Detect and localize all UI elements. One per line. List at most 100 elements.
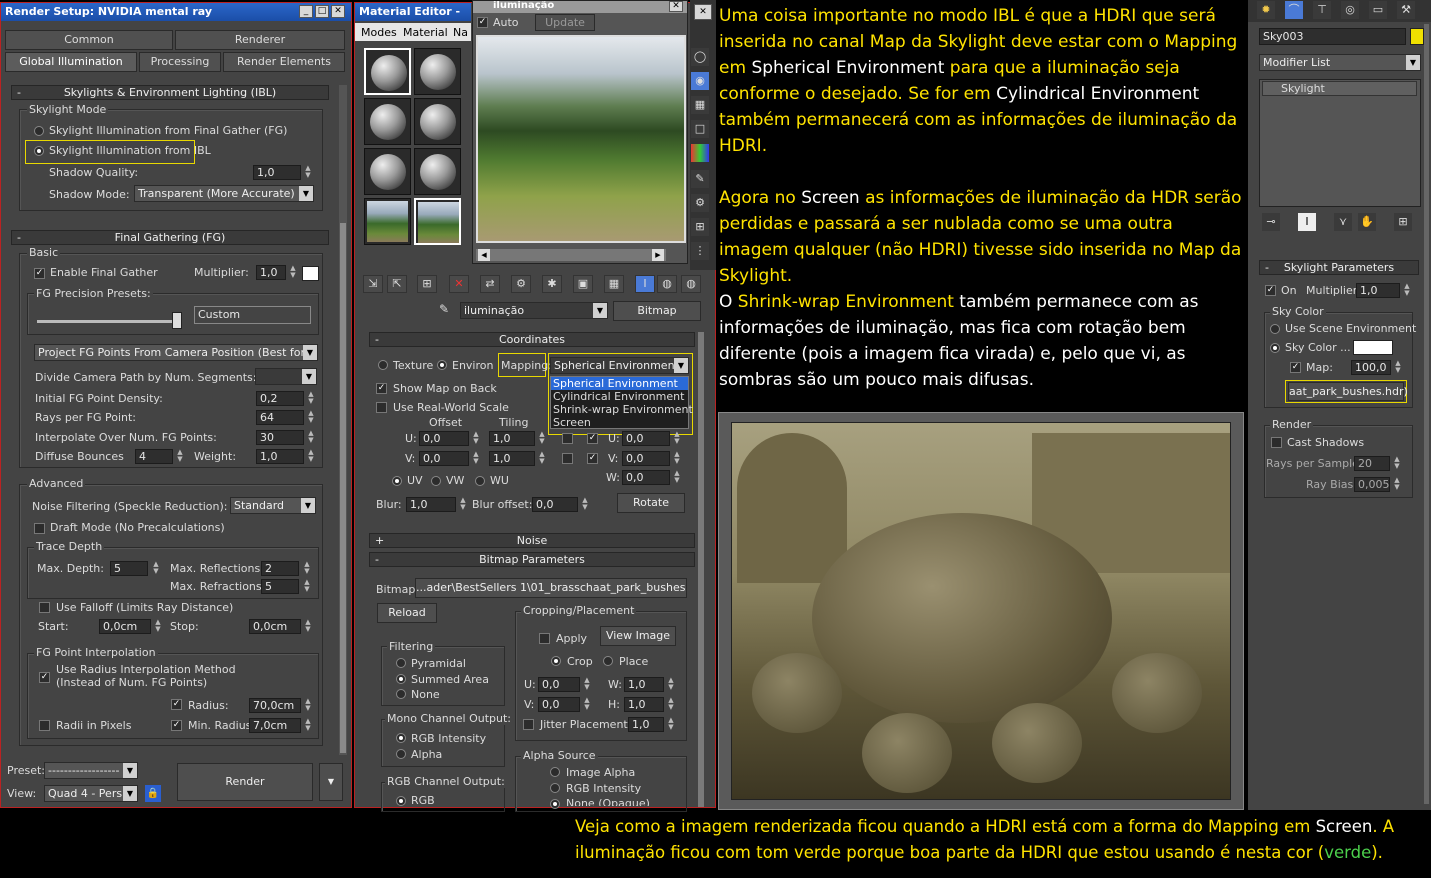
radius-method-checkbox[interactable]: ✓ — [39, 672, 50, 683]
auto-checkbox[interactable]: ✓ — [477, 17, 488, 28]
radius-checkbox[interactable]: ✓ — [171, 699, 182, 710]
configure-sets-icon[interactable]: ⊞ — [1394, 213, 1412, 231]
sample-type-icon[interactable]: ◯ — [691, 48, 709, 66]
tab-renderer[interactable]: Renderer — [175, 30, 345, 50]
mapping-option-screen[interactable]: Screen — [553, 416, 591, 429]
material-id-icon[interactable]: ✱ — [542, 275, 562, 293]
cast-shadows-checkbox[interactable] — [1271, 437, 1282, 448]
mapping-option-spherical[interactable]: Spherical Environment — [551, 377, 688, 390]
max-depth-spinner[interactable]: 5 — [110, 561, 148, 576]
preview-titlebar[interactable]: iluminação — [473, 1, 687, 13]
skylight-ibl-radio[interactable] — [34, 146, 44, 156]
material-slot-5[interactable] — [364, 148, 411, 195]
motion-tab-icon[interactable]: ◎ — [1341, 1, 1359, 19]
place-radio[interactable] — [603, 656, 613, 666]
spinner-arrows[interactable]: ▲ ▼ — [303, 698, 313, 713]
tab-global-illumination[interactable]: Global Illumination — [5, 52, 137, 72]
scroll-left-icon[interactable]: ◀ — [478, 249, 490, 261]
weight-spinner[interactable]: 1,0 — [256, 449, 304, 464]
video-color-icon[interactable] — [691, 144, 709, 162]
spinner-arrows[interactable]: ▲ ▼ — [537, 431, 547, 446]
noise-rollout-header[interactable]: + Noise — [369, 533, 695, 548]
u-mirror-checkbox[interactable] — [562, 433, 573, 444]
rays-per-sample-spinner[interactable]: 20 — [1354, 456, 1390, 471]
mapping-option-shrinkwrap[interactable]: Shrink-wrap Environment — [553, 403, 693, 416]
material-slot-1[interactable] — [364, 48, 411, 95]
crop-u-spinner[interactable]: 0,0 — [538, 677, 580, 692]
eyedropper-icon[interactable]: ✎ — [435, 302, 453, 320]
object-name-field[interactable]: Sky003 — [1259, 28, 1406, 45]
spinner-arrows[interactable]: ▲ ▼ — [175, 449, 185, 464]
skylight-fg-radio[interactable] — [34, 126, 44, 136]
make-preview-icon[interactable]: ✎ — [691, 170, 709, 188]
delete-icon[interactable]: ✕ — [449, 275, 469, 293]
density-spinner[interactable]: 0,2 — [256, 391, 304, 406]
lock-icon[interactable]: 🔒 — [145, 785, 161, 802]
fg-project-mode-dropdown[interactable]: Project FG Points From Camera Position (… — [34, 344, 318, 361]
create-tab-icon[interactable]: ✹ — [1257, 1, 1275, 19]
show-end-result-icon[interactable]: ▦ — [604, 275, 624, 293]
map-checkbox[interactable]: ✓ — [1290, 362, 1301, 373]
u-offset-spinner[interactable]: 0,0 — [419, 431, 469, 446]
material-slot-4[interactable] — [414, 98, 461, 145]
spinner-arrows[interactable]: ▲ ▼ — [666, 677, 676, 692]
spinner-arrows[interactable]: ▲ ▼ — [1402, 283, 1412, 298]
spinner-arrows[interactable]: ▲ ▼ — [666, 697, 676, 712]
shadow-mode-dropdown[interactable]: Transparent (More Accurate) — [134, 185, 314, 202]
hierarchy-tab-icon[interactable]: ⊤ — [1313, 1, 1331, 19]
tab-processing[interactable]: Processing — [139, 52, 221, 72]
material-slot-7[interactable] — [364, 198, 411, 245]
bitmap-path-button[interactable]: ...ader\BestSellers 1\01_brasschaat_park… — [415, 578, 687, 598]
blur-spinner[interactable]: 1,0 — [406, 497, 456, 512]
update-button[interactable]: Update — [535, 14, 595, 31]
blur-offset-spinner[interactable]: 0,0 — [532, 497, 578, 512]
spinner-arrows[interactable]: ▲ ▼ — [1392, 477, 1402, 492]
spinner-arrows[interactable]: ▲ ▼ — [1392, 456, 1402, 471]
fg-rollout-header[interactable]: - Final Gathering (FG) — [11, 230, 329, 245]
spinner-arrows[interactable]: ▲ ▼ — [580, 497, 590, 512]
spinner-arrows[interactable]: ▲ ▼ — [306, 449, 316, 464]
spinner-arrows[interactable]: ▲ ▼ — [153, 619, 163, 634]
min-radius-checkbox[interactable]: ✓ — [171, 720, 182, 731]
mapping-dropdown[interactable]: Spherical Environment — [550, 357, 689, 374]
crop-v-spinner[interactable]: 0,0 — [538, 697, 580, 712]
spinner-arrows[interactable]: ▲ ▼ — [582, 677, 592, 692]
maximize-button[interactable]: □ — [315, 5, 329, 18]
options-icon[interactable]: ⚙ — [691, 194, 709, 212]
preview-scrollbar[interactable] — [476, 249, 666, 261]
vw-radio[interactable] — [431, 476, 441, 486]
image-alpha-radio[interactable] — [550, 767, 560, 777]
v-tile-checkbox[interactable]: ✓ — [587, 453, 598, 464]
rgb-intensity-alpha-radio[interactable] — [550, 783, 560, 793]
divide-camera-dropdown[interactable] — [255, 368, 317, 385]
skylight-on-checkbox[interactable]: ✓ — [1265, 285, 1276, 296]
render-button[interactable]: Render — [177, 763, 313, 801]
jitter-checkbox[interactable] — [523, 719, 534, 730]
object-color-swatch[interactable] — [1410, 28, 1424, 45]
u-angle-spinner[interactable]: 0,0 — [622, 431, 670, 446]
sky-color-radio[interactable] — [1270, 343, 1280, 353]
max-reflections-spinner[interactable]: 2 — [261, 561, 299, 576]
preset-dropdown[interactable]: ------------------ — [44, 762, 138, 779]
rgb-output-radio[interactable] — [396, 796, 406, 806]
tab-render-elements[interactable]: Render Elements — [223, 52, 345, 72]
mono-rgb-radio[interactable] — [396, 733, 406, 743]
skylight-multiplier-spinner[interactable]: 1,0 — [1356, 283, 1400, 298]
shadow-quality-spinner[interactable]: 1,0 — [253, 165, 301, 180]
w-angle-spinner[interactable]: 0,0 — [622, 470, 670, 485]
menu-navigation[interactable]: Na — [453, 26, 468, 39]
environ-radio[interactable] — [437, 360, 447, 370]
menu-material[interactable]: Material — [403, 26, 448, 39]
u-tile-checkbox[interactable]: ✓ — [587, 433, 598, 444]
spinner-arrows[interactable]: ▲ ▼ — [672, 451, 682, 466]
spinner-arrows[interactable]: ▲ ▼ — [303, 718, 313, 733]
put-to-scene-icon[interactable]: ⇱ — [387, 275, 407, 293]
utilities-tab-icon[interactable]: ⚒ — [1397, 1, 1415, 19]
preview-close-button[interactable]: ✕ — [669, 1, 683, 12]
material-editor-titlebar[interactable]: Material Editor - — [355, 3, 471, 21]
material-slot-8[interactable] — [414, 198, 461, 245]
map-file-button[interactable]: aat_park_bushes.hdr) — [1288, 382, 1408, 401]
stop-spinner[interactable]: 0,0cm — [249, 619, 301, 634]
modifier-list-dropdown[interactable]: Modifier List — [1259, 54, 1421, 71]
pyramidal-radio[interactable] — [396, 658, 406, 668]
